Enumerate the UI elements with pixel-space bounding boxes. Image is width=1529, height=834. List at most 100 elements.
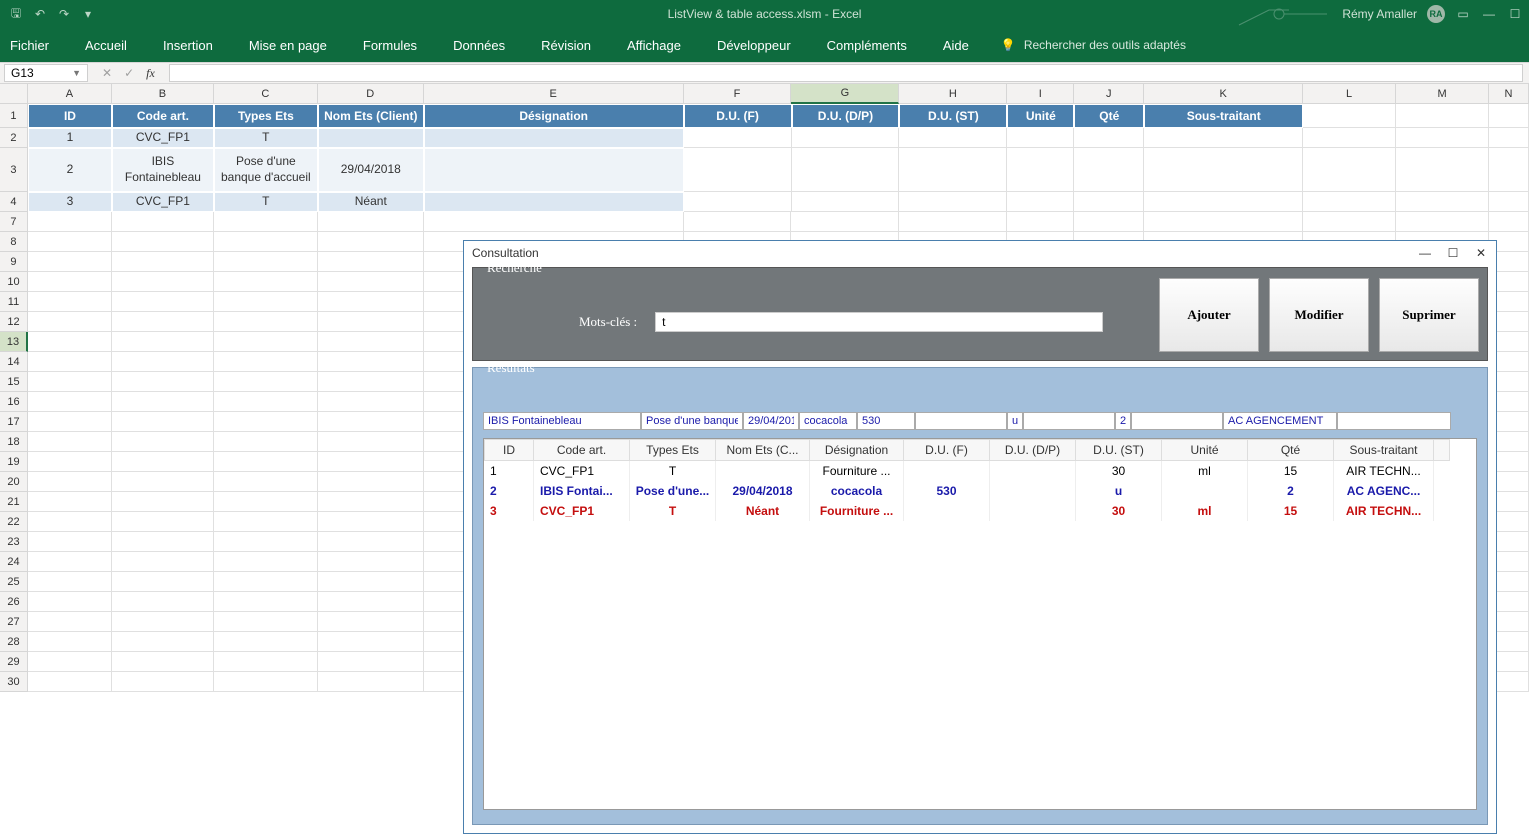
cell[interactable] [112, 652, 214, 672]
detail-field-0[interactable] [483, 412, 641, 430]
cell[interactable] [1396, 148, 1489, 192]
listview-header-cell[interactable]: ID [484, 439, 534, 461]
col-header-E[interactable]: E [424, 84, 684, 104]
cell[interactable] [112, 272, 214, 292]
cell[interactable] [1303, 212, 1396, 232]
cell[interactable] [318, 672, 424, 692]
row-header[interactable]: 27 [0, 612, 28, 632]
cell[interactable] [1303, 128, 1396, 148]
cell[interactable] [28, 432, 112, 452]
col-header-F[interactable]: F [684, 84, 792, 104]
cell[interactable]: Néant [318, 192, 424, 212]
cell[interactable] [1144, 212, 1303, 232]
cell[interactable] [28, 632, 112, 652]
cell[interactable] [214, 632, 318, 652]
detail-field-1[interactable] [641, 412, 743, 430]
listview-header-cell[interactable]: Unité [1162, 439, 1248, 461]
tab-aide[interactable]: Aide [939, 32, 973, 59]
cell[interactable] [318, 552, 424, 572]
listview-header-cell[interactable]: Qté [1248, 439, 1334, 461]
cell[interactable] [1074, 148, 1144, 192]
detail-field-2[interactable] [743, 412, 799, 430]
ajouter-button[interactable]: Ajouter [1159, 278, 1259, 352]
cell[interactable] [28, 292, 112, 312]
cell[interactable] [899, 192, 1007, 212]
cell[interactable] [318, 392, 424, 412]
listview-header-cell[interactable]: D.U. (D/P) [990, 439, 1076, 461]
cell[interactable] [424, 192, 684, 212]
search-input[interactable] [655, 312, 1103, 332]
cell[interactable] [28, 472, 112, 492]
table-header-cell[interactable]: D.U. (F) [684, 104, 792, 128]
cell[interactable] [899, 212, 1007, 232]
cell[interactable] [112, 532, 214, 552]
name-box[interactable]: G13▼ [4, 64, 88, 82]
listview-header-cell[interactable]: Désignation [810, 439, 904, 461]
cell[interactable] [792, 148, 900, 192]
cell[interactable] [214, 492, 318, 512]
row-header[interactable]: 3 [0, 148, 28, 192]
cell[interactable] [28, 372, 112, 392]
cell[interactable] [318, 472, 424, 492]
cell[interactable] [214, 552, 318, 572]
cell[interactable] [1303, 192, 1396, 212]
cell[interactable] [214, 232, 318, 252]
col-header-K[interactable]: K [1144, 84, 1303, 104]
cell[interactable]: CVC_FP1 [112, 192, 214, 212]
cell[interactable] [424, 148, 684, 192]
cell[interactable] [1396, 212, 1489, 232]
cell[interactable]: 29/04/2018 [318, 148, 424, 192]
cell[interactable] [28, 392, 112, 412]
cell[interactable] [112, 412, 214, 432]
row-header[interactable]: 25 [0, 572, 28, 592]
cell[interactable]: CVC_FP1 [112, 128, 214, 148]
cell[interactable] [112, 612, 214, 632]
cell[interactable] [28, 572, 112, 592]
col-header-A[interactable]: A [28, 84, 112, 104]
cell[interactable] [792, 128, 900, 148]
detail-field-8[interactable] [1115, 412, 1131, 430]
cell[interactable] [214, 352, 318, 372]
cell[interactable] [684, 148, 792, 192]
cell[interactable] [214, 252, 318, 272]
col-header-L[interactable]: L [1303, 84, 1396, 104]
table-header-cell[interactable]: Unité [1007, 104, 1074, 128]
cell[interactable] [318, 592, 424, 612]
tab-accueil[interactable]: Accueil [81, 32, 131, 59]
redo-icon[interactable]: ↷ [56, 6, 72, 22]
row-header[interactable]: 20 [0, 472, 28, 492]
tab-fichier[interactable]: Fichier [6, 32, 53, 59]
col-header-J[interactable]: J [1074, 84, 1144, 104]
cell[interactable] [112, 212, 214, 232]
modifier-button[interactable]: Modifier [1269, 278, 1369, 352]
row-header[interactable]: 1 [0, 104, 28, 128]
row-header[interactable]: 24 [0, 552, 28, 572]
cell[interactable] [28, 252, 112, 272]
cell[interactable] [214, 372, 318, 392]
cell[interactable] [214, 272, 318, 292]
cell[interactable] [28, 272, 112, 292]
listview-header-cell[interactable]: Sous-traitant [1334, 439, 1434, 461]
cell[interactable] [112, 552, 214, 572]
ribbon-display-icon[interactable]: ▭ [1455, 6, 1471, 22]
listview-row[interactable]: 1CVC_FP1TFourniture ...30ml15AIR TECHN..… [484, 461, 1476, 481]
detail-field-9[interactable] [1131, 412, 1223, 430]
cell[interactable] [112, 352, 214, 372]
row-header[interactable]: 9 [0, 252, 28, 272]
user-name[interactable]: Rémy Amaller [1342, 7, 1417, 21]
cell[interactable]: Pose d'unebanque d'accueil [214, 148, 318, 192]
cell[interactable] [112, 592, 214, 612]
row-header[interactable]: 14 [0, 352, 28, 372]
row-header[interactable]: 18 [0, 432, 28, 452]
col-header-C[interactable]: C [214, 84, 318, 104]
cell[interactable] [28, 492, 112, 512]
listview-row[interactable]: 3CVC_FP1TNéantFourniture ...30ml15AIR TE… [484, 501, 1476, 521]
cell[interactable] [318, 232, 424, 252]
table-header-cell[interactable]: D.U. (D/P) [792, 104, 900, 128]
cell[interactable] [684, 192, 792, 212]
cell[interactable] [899, 128, 1007, 148]
table-header-cell[interactable]: Désignation [424, 104, 684, 128]
fx-icon[interactable]: fx [146, 66, 155, 81]
listview-header-cell[interactable]: D.U. (ST) [1076, 439, 1162, 461]
cell[interactable] [28, 412, 112, 432]
